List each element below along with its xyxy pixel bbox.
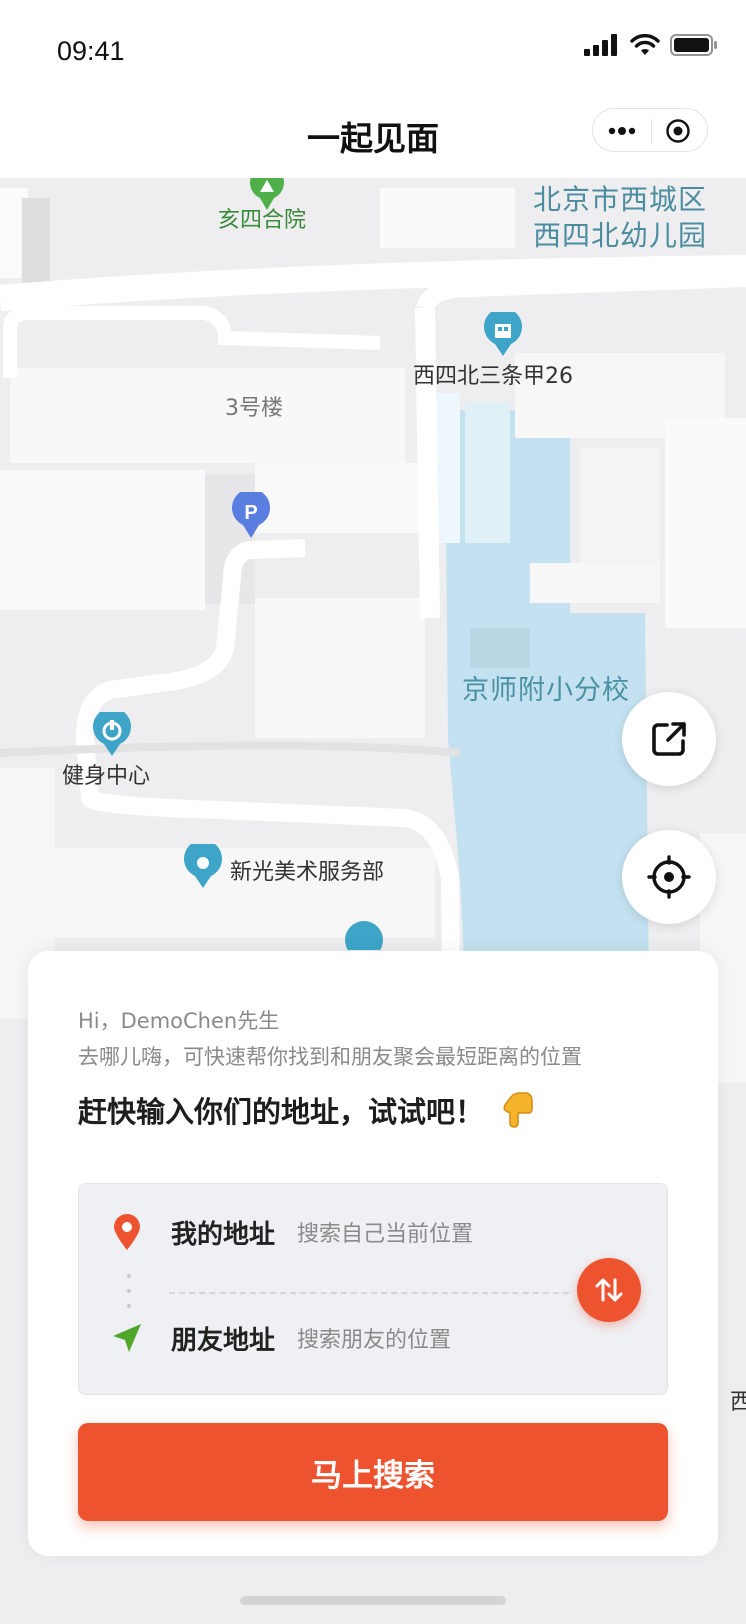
description-text: 去哪儿嗨，可快速帮你找到和朋友聚会最短距离的位置	[78, 1045, 582, 1069]
meetup-search-card: Hi，DemoChen先生 去哪儿嗨，可快速帮你找到和朋友聚会最短距离的位置 赶…	[28, 951, 718, 1556]
headline-text: 赶快输入你们的地址，试试吧！	[78, 1095, 485, 1129]
status-time: 09:41	[57, 36, 125, 66]
hidden-pin-icon	[345, 921, 383, 950]
gym-pin-icon	[93, 712, 131, 756]
address-inputs: 我的地址 搜索自己当前位置 朋友地址 搜索朋友的位置	[78, 1183, 668, 1395]
poi-art-service[interactable]: 新光美术服务部	[230, 854, 384, 886]
battery-icon	[670, 34, 717, 56]
swap-arrows-icon	[595, 1278, 623, 1302]
svg-text:P: P	[244, 502, 257, 524]
kindergarten-label[interactable]: 西四北幼儿园	[533, 218, 707, 254]
crosshair-icon	[647, 855, 691, 899]
friend-address-input[interactable]: 搜索朋友的位置	[297, 1322, 451, 1354]
nav-bar: 一起见面	[0, 100, 746, 178]
location-pin-icon	[111, 1212, 143, 1252]
friend-address-title: 朋友地址	[171, 1325, 276, 1356]
share-map-button[interactable]	[622, 692, 716, 786]
headline: 赶快输入你们的地址，试试吧！	[78, 1089, 534, 1131]
pointing-down-hand-icon	[503, 1092, 533, 1128]
my-address-input[interactable]: 搜索自己当前位置	[297, 1216, 473, 1248]
mini-program-capsule	[592, 108, 708, 152]
poi-gym[interactable]: 健身中心	[62, 758, 150, 790]
status-bar: 09:41	[0, 0, 746, 100]
divider-dashed	[169, 1292, 569, 1294]
more-dots-icon	[608, 127, 636, 135]
district-label: 北京市西城区	[533, 183, 708, 216]
signal-icon	[584, 34, 617, 56]
home-indicator	[240, 1596, 506, 1605]
friend-address-row[interactable]: 朋友地址 搜索朋友的位置	[79, 1308, 667, 1368]
search-now-button[interactable]: 马上搜索	[78, 1423, 668, 1521]
connector-dots	[127, 1274, 131, 1308]
edge-label: 西	[730, 1390, 746, 1415]
greeting-text: Hi，DemoChen先生	[78, 1009, 280, 1033]
navigation-arrow-icon	[111, 1318, 143, 1358]
poi-address[interactable]: 西四北三条甲26	[413, 358, 573, 390]
status-icons	[584, 34, 718, 56]
building-pin-icon	[484, 312, 522, 356]
close-miniprogram-button[interactable]	[649, 109, 707, 153]
my-address-row[interactable]: 我的地址 搜索自己当前位置	[79, 1202, 667, 1262]
locate-me-button[interactable]	[622, 830, 716, 924]
more-button[interactable]	[593, 109, 651, 153]
poi-courtyard[interactable]: 亥四合院	[218, 202, 306, 234]
school-label[interactable]: 京师附小分校	[462, 668, 630, 707]
art-pin-icon	[184, 844, 222, 888]
target-close-icon	[666, 119, 690, 143]
my-address-title: 我的地址	[171, 1219, 276, 1250]
parking-pin-icon: P	[232, 492, 270, 538]
external-link-icon	[652, 722, 686, 756]
wifi-icon	[630, 34, 660, 55]
building-label: 3号楼	[225, 396, 283, 421]
